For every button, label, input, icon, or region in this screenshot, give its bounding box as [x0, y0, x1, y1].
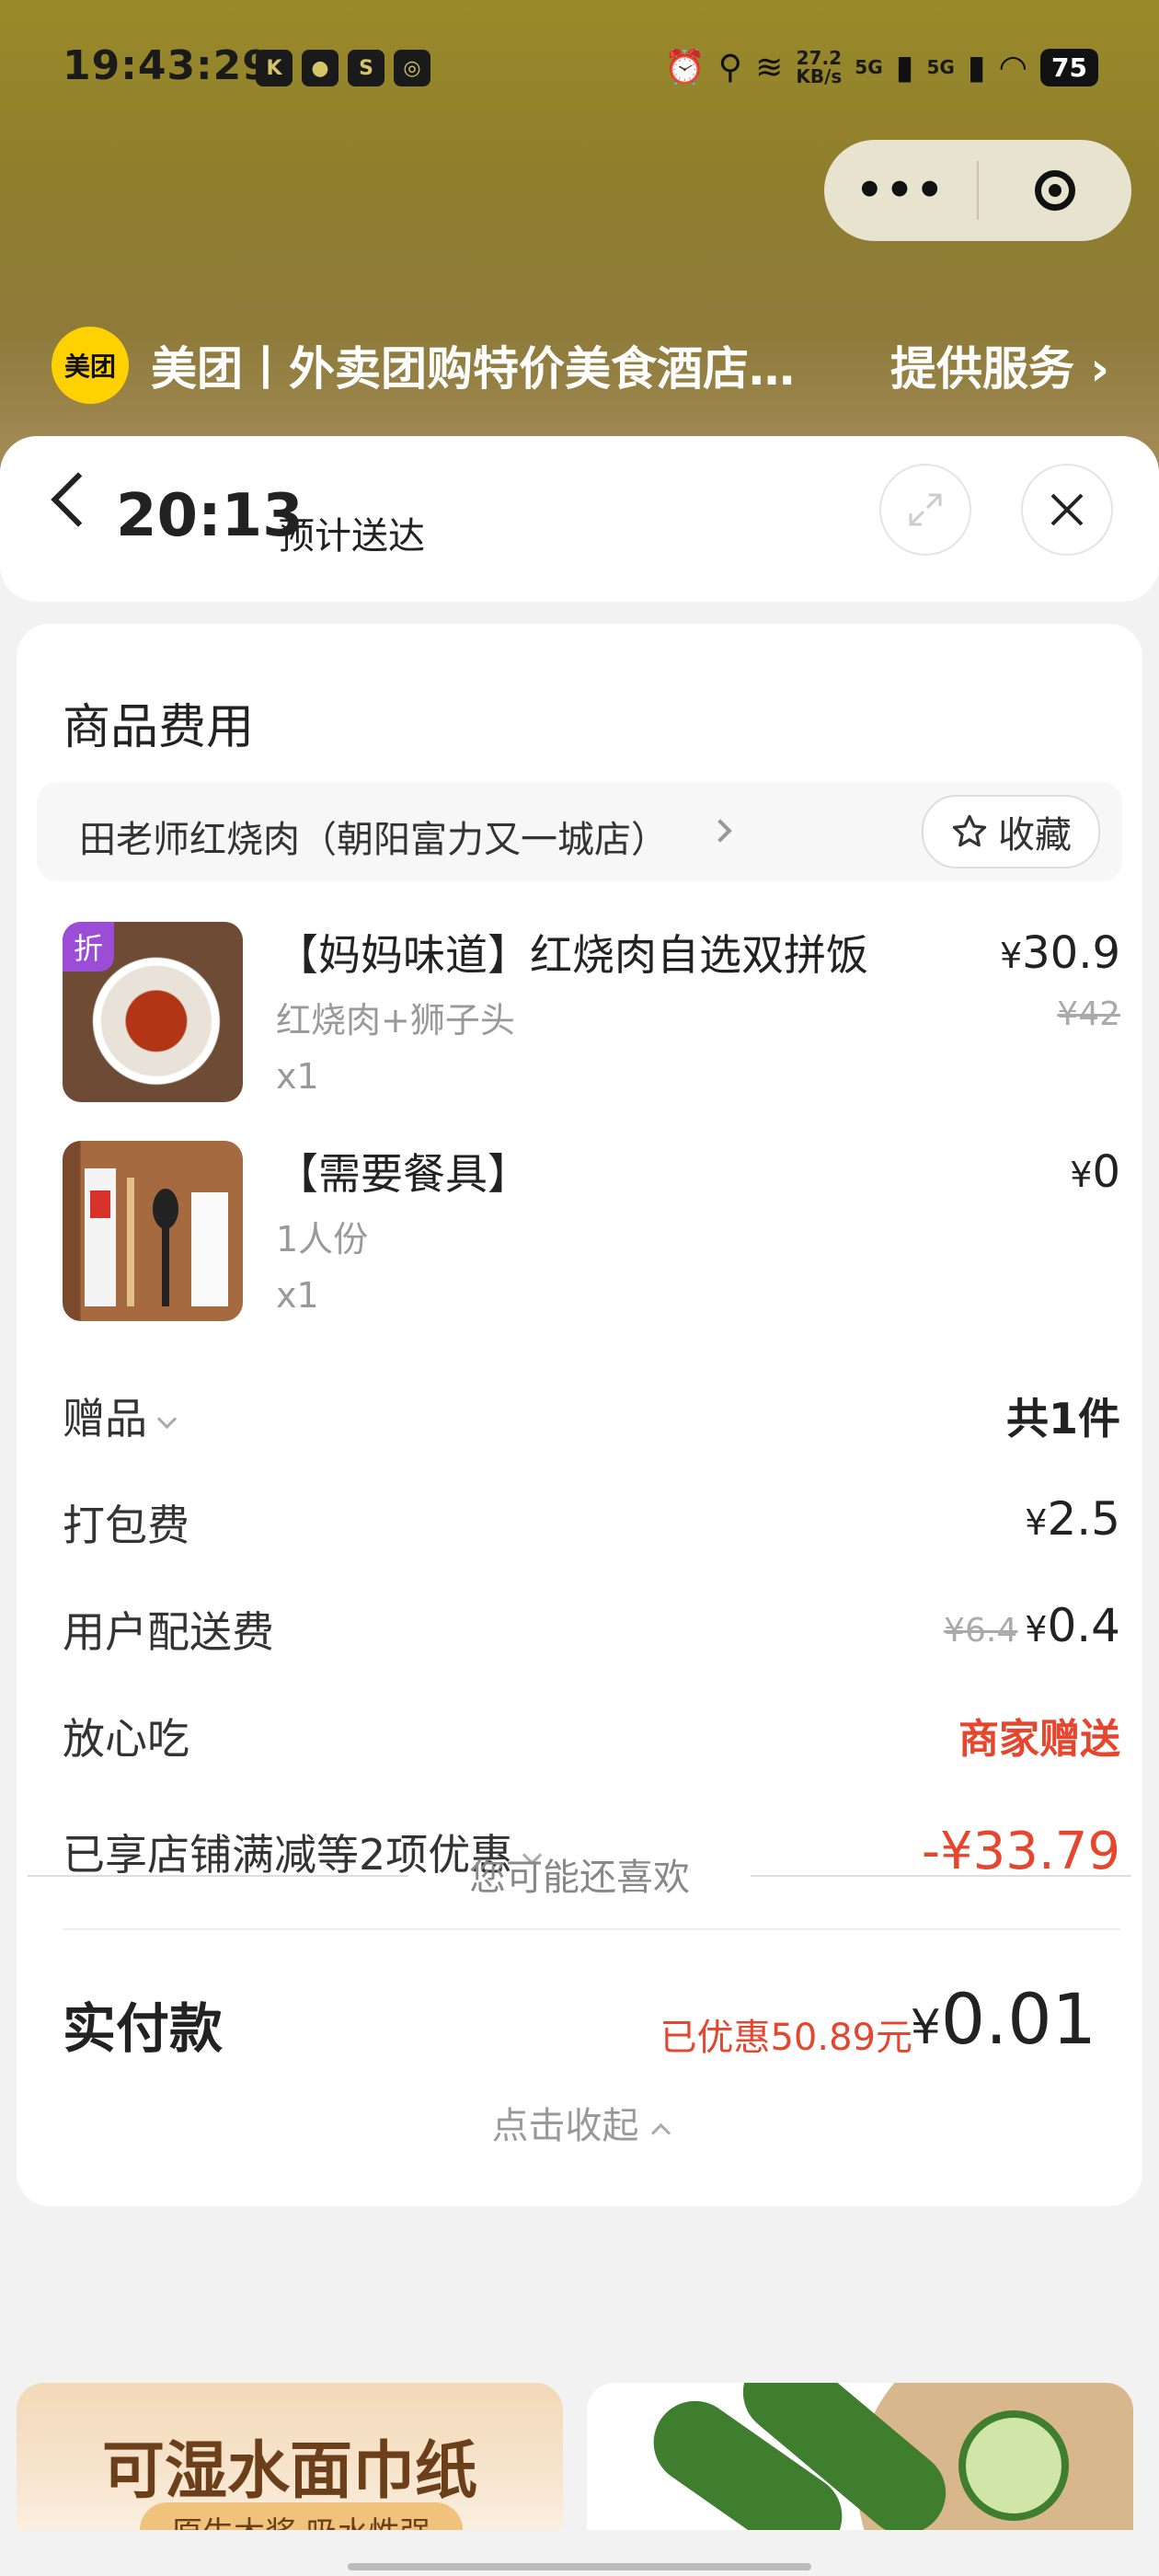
target-icon: [1035, 170, 1075, 211]
recommend-card-subtitle: 原生木浆 吸水性强: [140, 2502, 463, 2530]
meituan-logo: 美团: [52, 327, 129, 404]
food-image: 折: [63, 922, 243, 1102]
signal-icon-2: 5G: [926, 56, 955, 78]
signal-icon-1: 5G: [855, 56, 883, 78]
shop-row[interactable]: 田老师红烧肉（朝阳富力又一城店） 收藏: [37, 782, 1122, 881]
miniprogram-name: 美团丨外卖团购特价美食酒店…: [151, 342, 795, 396]
chevron-right-icon: [708, 819, 732, 843]
recommend-card-cucumber[interactable]: [587, 2383, 1133, 2530]
network-speed: 27.2 KB/s: [796, 47, 843, 87]
item-original-price: ¥42: [1057, 995, 1120, 1033]
item-name: 【需要餐具】: [276, 1149, 530, 1199]
battery-indicator: 75: [1040, 48, 1098, 86]
delivery-fee-row: 用户配送费 ¥6.4 ¥0.4: [63, 1599, 1120, 1663]
safe-eat-value: 商家赠送: [958, 1716, 1120, 1763]
fee-card: 商品费用 田老师红烧肉（朝阳富力又一城店） 收藏 折 【妈妈味道】红烧肉自选双拼…: [17, 624, 1142, 2206]
expand-button[interactable]: [879, 464, 971, 556]
eta-label: 预计送达: [278, 515, 425, 558]
shop-name: 田老师红烧肉（朝阳富力又一城店）: [79, 819, 668, 861]
eta-time: 20:13: [116, 482, 304, 550]
recommend-title: 您可能还喜欢: [469, 1857, 690, 1899]
home-indicator[interactable]: [348, 2563, 811, 2570]
item-price: ¥0: [1070, 1146, 1120, 1198]
miniprogram-info-row[interactable]: 美团 美团丨外卖团购特价美食酒店… 提供服务 ›: [52, 324, 1109, 407]
item-name: 【妈妈味道】红烧肉自选双拼饭: [276, 930, 868, 980]
sheet-header: 20:13 预计送达: [0, 436, 1159, 602]
nfc-icon: ≋: [755, 48, 784, 86]
saved-amount: 已优惠50.89元: [660, 2017, 912, 2059]
item-spec: 1人份: [276, 1219, 369, 1259]
close-miniprogram-button[interactable]: [979, 170, 1131, 211]
chevron-down-icon: [156, 1409, 178, 1430]
cucumber-slice-image: [958, 2410, 1069, 2521]
alarm-icon: ⏰: [663, 49, 706, 86]
safe-eat-row: 放心吃 商家赠送: [63, 1706, 1120, 1770]
utensils-icon: [85, 1168, 228, 1306]
favorite-button[interactable]: 收藏: [922, 795, 1100, 868]
order-sheet: 20:13 预计送达 商品费用 田老师红烧肉（朝阳富力又一城店） 收藏 折 【妈…: [0, 436, 1159, 2576]
signal-bars-icon: ▮: [895, 48, 914, 86]
discount-badge: 折: [63, 922, 114, 972]
packing-fee-label: 打包费: [63, 1501, 189, 1550]
order-item: 折 【妈妈味道】红烧肉自选双拼饭 红烧肉+狮子头 x1 ¥30.9 ¥42: [63, 922, 1120, 1106]
wechat-icon: ●: [302, 50, 339, 86]
item-price: ¥30.9: [999, 927, 1120, 979]
recommend-card-tissue[interactable]: 可湿水面巾纸 原生木浆 吸水性强: [17, 2383, 563, 2530]
divider: [751, 1875, 1131, 1877]
total-amount: ¥0.01: [910, 1978, 1096, 2060]
delivery-original-fee: ¥6.4: [944, 1612, 1018, 1650]
status-bar: 19:43:29 K ● S ◎ ⏰ ⚲ ≋ 27.2 KB/s 5G ▮ 5G …: [0, 37, 1159, 110]
wifi-icon: ◠: [998, 48, 1028, 86]
order-item: 【需要餐具】 1人份 x1 ¥0: [63, 1141, 1120, 1325]
signal-bars-icon: ▮: [967, 48, 986, 86]
status-app-icons: K ● S ◎: [256, 50, 430, 86]
status-time: 19:43:29: [63, 42, 271, 89]
weibo-icon: ◎: [394, 50, 430, 86]
close-button[interactable]: [1021, 464, 1113, 556]
chevron-up-icon: [650, 2122, 671, 2144]
divider: [63, 1928, 1120, 1930]
miniprogram-capsule: •••: [824, 140, 1131, 241]
gift-label: 赠品: [63, 1386, 178, 1446]
item-quantity: x1: [276, 1056, 319, 1097]
packing-fee-value: ¥2.5: [1025, 1492, 1120, 1546]
close-icon: [1050, 493, 1084, 526]
expand-icon: [909, 493, 942, 526]
gift-value: 共1件: [1005, 1394, 1120, 1443]
delivery-fee-label: 用户配送费: [63, 1607, 274, 1657]
status-right-icons: ⏰ ⚲ ≋ 27.2 KB/s 5G ▮ 5G ▮ ◠ 75: [664, 48, 1098, 86]
collapse-button[interactable]: 点击收起: [17, 2096, 1142, 2149]
favorite-label: 收藏: [998, 814, 1072, 857]
packing-fee-row: 打包费 ¥2.5: [63, 1492, 1120, 1557]
k-app-icon: K: [256, 50, 293, 86]
safe-eat-label: 放心吃: [63, 1714, 189, 1764]
utensils-image: [63, 1141, 243, 1321]
pay-label: 实付款: [63, 1997, 224, 2060]
recommend-card-title: 可湿水面巾纸: [101, 2435, 477, 2508]
soul-app-icon: S: [348, 50, 384, 86]
recommend-header: 您可能还喜欢: [0, 1847, 1159, 1903]
location-icon: ⚲: [717, 48, 743, 86]
back-icon[interactable]: [51, 472, 106, 527]
star-icon: [952, 814, 987, 847]
more-options-button[interactable]: •••: [824, 165, 977, 216]
provider-link[interactable]: 提供服务 ›: [890, 332, 1109, 398]
item-spec: 红烧肉+狮子头: [276, 1000, 515, 1041]
gift-row[interactable]: 赠品 共1件: [63, 1386, 1120, 1450]
card-title: 商品费用: [63, 700, 255, 755]
delivery-fee-value: ¥6.4 ¥0.4: [944, 1599, 1120, 1652]
item-quantity: x1: [276, 1275, 319, 1316]
